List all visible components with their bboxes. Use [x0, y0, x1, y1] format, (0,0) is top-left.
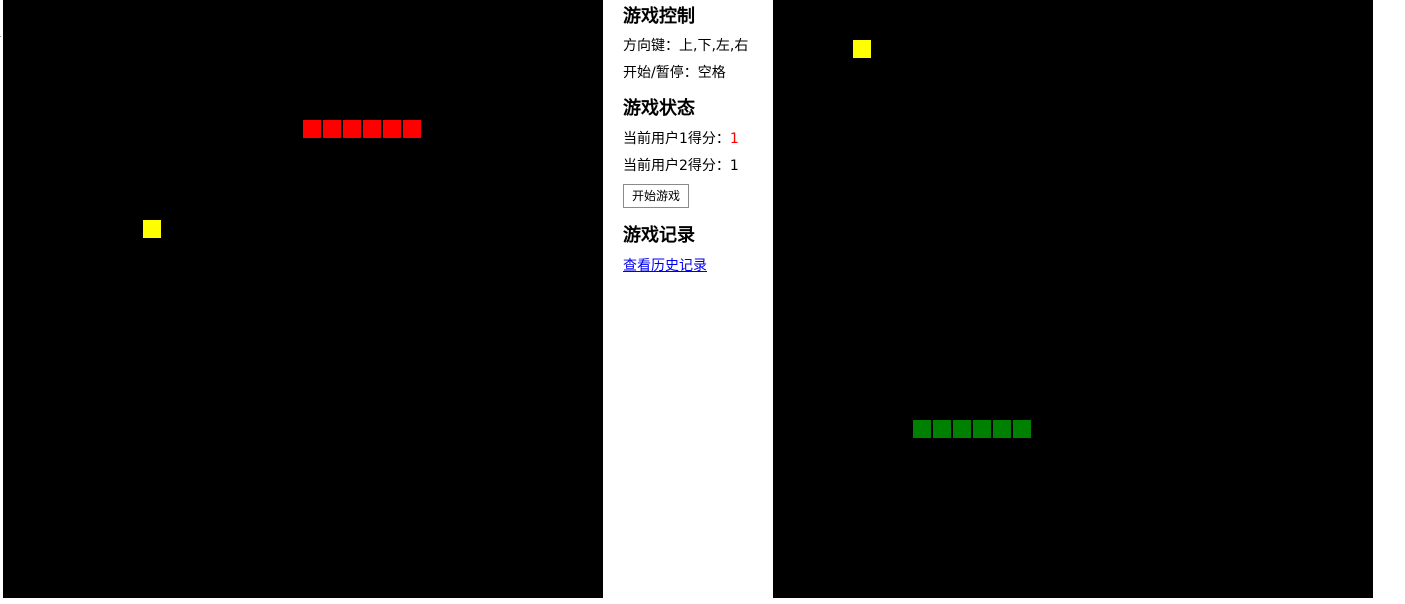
- player1-game-board: [3, 0, 603, 598]
- game-info-panel: 游戏控制 方向键：上,下,左,右 开始/暂停：空格 游戏状态 当前用户1得分：1…: [603, 0, 773, 598]
- player1-score: 当前用户1得分：1: [623, 130, 773, 148]
- player2-score-value: 1: [729, 158, 739, 174]
- pause-key-hint: 开始/暂停：空格: [623, 65, 726, 81]
- player2-game-board: [773, 0, 1373, 598]
- status-heading: 游戏状态: [623, 98, 695, 119]
- player2-score: 当前用户2得分：1: [623, 157, 773, 175]
- player1-snake-segment: [383, 120, 401, 138]
- player1-snake-segment: [403, 120, 421, 138]
- player2-food: [853, 40, 871, 58]
- direction-keys-hint: 方向键：上,下,左,右: [623, 38, 749, 54]
- page-edge-mark: [0, 36, 1, 37]
- player1-snake-segment: [343, 120, 361, 138]
- controls-heading: 游戏控制: [623, 6, 695, 27]
- game-screen: 游戏控制 方向键：上,下,左,右 开始/暂停：空格 游戏状态 当前用户1得分：1…: [0, 0, 1405, 604]
- player2-snake-segment: [1013, 420, 1031, 438]
- player2-snake-segment: [973, 420, 991, 438]
- player2-snake-segment: [933, 420, 951, 438]
- player1-snake-segment: [303, 120, 321, 138]
- player2-snake-segment: [953, 420, 971, 438]
- player1-food: [143, 220, 161, 238]
- player1-snake-segment: [323, 120, 341, 138]
- view-history-link[interactable]: 查看历史记录: [623, 258, 707, 274]
- player1-score-label: 当前用户1得分：: [623, 131, 730, 147]
- player1-score-value: 1: [729, 131, 739, 147]
- player1-snake-segment: [363, 120, 381, 138]
- start-game-button[interactable]: 开始游戏: [623, 184, 690, 208]
- player2-snake-segment: [913, 420, 931, 438]
- player2-snake-segment: [993, 420, 1011, 438]
- player2-score-label: 当前用户2得分：: [623, 158, 730, 174]
- records-heading: 游戏记录: [623, 225, 695, 246]
